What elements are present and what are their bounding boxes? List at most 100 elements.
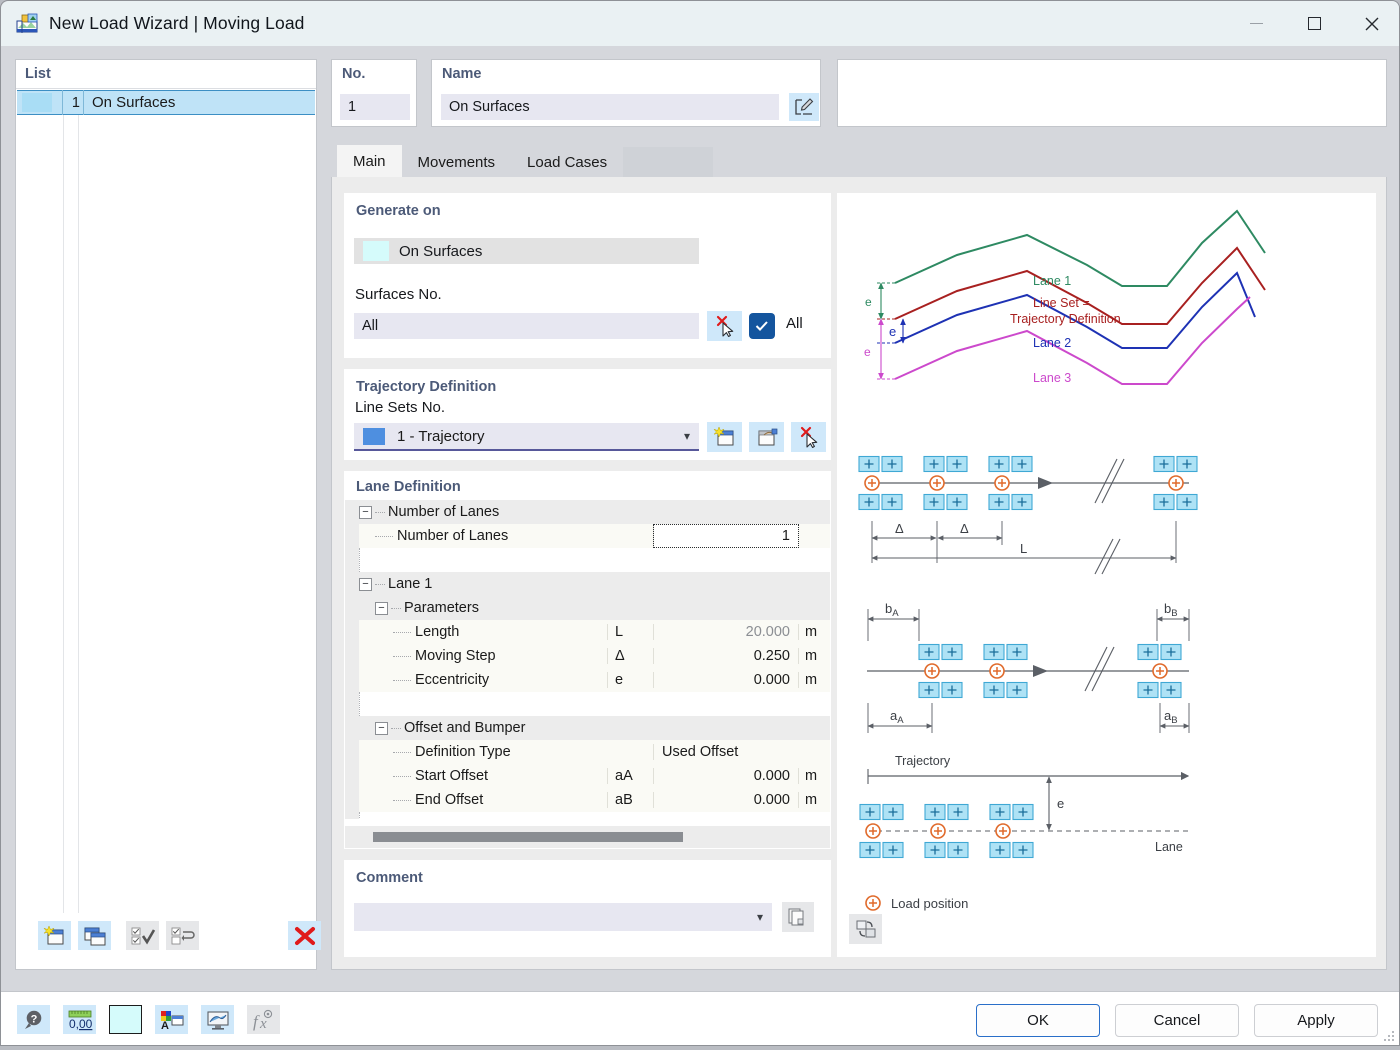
resize-grip[interactable] bbox=[1384, 1031, 1396, 1043]
row-value[interactable]: 0.000 bbox=[653, 768, 798, 784]
row-value[interactable]: Used Offset bbox=[653, 744, 798, 760]
pick-surfaces-button[interactable] bbox=[707, 311, 742, 341]
collapse-icon[interactable]: − bbox=[359, 578, 372, 591]
name-input[interactable] bbox=[441, 94, 779, 120]
tab-load-cases[interactable]: Load Cases bbox=[511, 147, 623, 177]
copy-item-button[interactable] bbox=[78, 921, 111, 950]
number-card: No. bbox=[331, 59, 417, 127]
units-decimals-icon[interactable]: 0, 00 bbox=[63, 1005, 96, 1034]
pick-line-set-button[interactable] bbox=[791, 422, 826, 452]
help-magnifier-icon[interactable]: ? bbox=[17, 1005, 50, 1034]
table-row[interactable]: Moving StepΔ0.250m bbox=[345, 644, 830, 668]
row-label: Number of Lanes bbox=[397, 528, 508, 544]
tab-main[interactable]: Main bbox=[337, 145, 402, 177]
number-input[interactable] bbox=[340, 94, 410, 120]
diagram-trajectory-label: Trajectory bbox=[895, 754, 951, 768]
new-line-set-button[interactable] bbox=[707, 422, 742, 452]
window-body: List 1 On Surfaces bbox=[1, 46, 1400, 991]
close-icon[interactable] bbox=[1343, 1, 1400, 46]
list-item-label: On Surfaces bbox=[84, 94, 175, 111]
edit-pencil-icon[interactable] bbox=[789, 93, 819, 121]
invert-selection-button bbox=[166, 921, 199, 950]
minimize-icon[interactable] bbox=[1227, 1, 1285, 46]
monitor-icon[interactable] bbox=[201, 1005, 234, 1034]
ok-button[interactable]: OK bbox=[976, 1004, 1100, 1037]
focused-value-cell[interactable]: 1 bbox=[654, 525, 798, 547]
row-value[interactable]: 20.000 bbox=[653, 624, 798, 640]
row-label-cell: −Parameters bbox=[359, 600, 607, 616]
row-value[interactable]: 0.000 bbox=[653, 792, 798, 808]
table-row[interactable]: End OffsetaB0.000m bbox=[345, 788, 830, 812]
row-value[interactable]: 1 bbox=[653, 525, 798, 547]
list-title: List bbox=[25, 66, 51, 82]
lane-table-hscrollbar[interactable] bbox=[345, 826, 830, 848]
tree-connector bbox=[393, 656, 411, 657]
diagram-delta-label-1: Δ bbox=[895, 521, 904, 536]
moving-step-chart: Δ Δ L bbox=[859, 457, 1197, 575]
diagram-aB-label: aB bbox=[1164, 708, 1178, 726]
table-row[interactable]: LengthL20.000m bbox=[345, 620, 830, 644]
lane-definition-title: Lane Definition bbox=[344, 471, 831, 495]
row-label: Start Offset bbox=[415, 768, 488, 784]
maximize-icon[interactable] bbox=[1285, 1, 1343, 46]
tree-connector bbox=[359, 692, 360, 716]
table-spacer-row bbox=[345, 548, 830, 572]
cancel-button[interactable]: Cancel bbox=[1115, 1004, 1239, 1037]
tree-gutter bbox=[345, 524, 359, 548]
table-row[interactable]: Definition TypeUsed Offset bbox=[345, 740, 830, 764]
generate-on-type-field[interactable]: On Surfaces bbox=[354, 238, 699, 264]
row-label: Offset and Bumper bbox=[404, 720, 525, 736]
diagram-line-set-label-1: Line Set = bbox=[1033, 296, 1090, 310]
table-group-row[interactable]: − Offset and Bumper bbox=[345, 716, 830, 740]
comment-select[interactable]: ▾ bbox=[354, 903, 772, 931]
apply-button[interactable]: Apply bbox=[1254, 1004, 1378, 1037]
edit-line-set-button[interactable] bbox=[749, 422, 784, 452]
generate-on-color-swatch bbox=[363, 241, 389, 261]
table-group-row[interactable]: − Lane 1 bbox=[345, 572, 830, 596]
diagram-bB-label: bB bbox=[1164, 601, 1178, 619]
lane-definition-table[interactable]: −Number of LanesNumber of Lanes1−Lane 1−… bbox=[345, 500, 830, 819]
line-sets-value: 1 - Trajectory bbox=[397, 428, 485, 445]
table-row[interactable]: Eccentricitye0.000m bbox=[345, 668, 830, 692]
new-item-button[interactable] bbox=[38, 921, 71, 950]
copy-pages-icon[interactable] bbox=[782, 902, 814, 932]
tab-bar: Main Movements Load Cases bbox=[337, 145, 713, 177]
list-rows: 1 On Surfaces bbox=[16, 90, 316, 913]
row-label-cell: − Offset and Bumper bbox=[359, 720, 607, 736]
row-value[interactable]: 0.250 bbox=[653, 648, 798, 664]
lane-definition-group: Lane Definition −Number of LanesNumber o… bbox=[344, 471, 831, 849]
tree-gutter bbox=[345, 500, 359, 524]
row-label: Lane 1 bbox=[388, 576, 432, 592]
row-label: Number of Lanes bbox=[388, 504, 499, 520]
table-spacer-row bbox=[345, 812, 830, 819]
line-sets-no-label: Line Sets No. bbox=[355, 399, 445, 416]
tree-gutter bbox=[345, 596, 359, 620]
svg-text:A: A bbox=[161, 1020, 169, 1031]
scrollbar-thumb[interactable] bbox=[373, 832, 683, 842]
table-group-row[interactable]: −Parameters bbox=[345, 596, 830, 620]
diagram-lane-label: Lane bbox=[1155, 840, 1183, 854]
collapse-icon[interactable]: − bbox=[375, 602, 388, 615]
collapse-icon[interactable]: − bbox=[375, 722, 388, 735]
collapse-icon[interactable]: − bbox=[359, 506, 372, 519]
line-sets-select[interactable]: 1 - Trajectory ▾ bbox=[354, 423, 699, 451]
dialog-footer: ? 0, 00 A bbox=[1, 991, 1400, 1046]
diagram-settings-icon[interactable] bbox=[849, 914, 882, 944]
color-swatch-icon[interactable] bbox=[109, 1005, 142, 1034]
diagram-e-label-lane2: e bbox=[889, 324, 896, 339]
list-toolbar bbox=[16, 914, 316, 969]
list-item-color-swatch bbox=[22, 93, 52, 112]
diagram-line-set-label-2: Trajectory Definition bbox=[1010, 312, 1121, 326]
delete-item-button[interactable] bbox=[288, 921, 321, 950]
table-row[interactable]: Start OffsetaA0.000m bbox=[345, 764, 830, 788]
surfaces-no-input[interactable] bbox=[354, 313, 699, 339]
tab-movements[interactable]: Movements bbox=[402, 147, 512, 177]
text-color-icon[interactable]: A bbox=[155, 1005, 188, 1034]
row-value[interactable]: 0.000 bbox=[653, 672, 798, 688]
table-group-row[interactable]: − Number of Lanes bbox=[345, 500, 830, 524]
all-surfaces-checkbox[interactable] bbox=[749, 313, 775, 339]
list-item[interactable]: 1 On Surfaces bbox=[17, 90, 315, 115]
diagram-e-label: e bbox=[1057, 796, 1064, 811]
table-row[interactable]: Number of Lanes 1 bbox=[345, 524, 830, 548]
list-item-number: 1 bbox=[63, 95, 83, 111]
